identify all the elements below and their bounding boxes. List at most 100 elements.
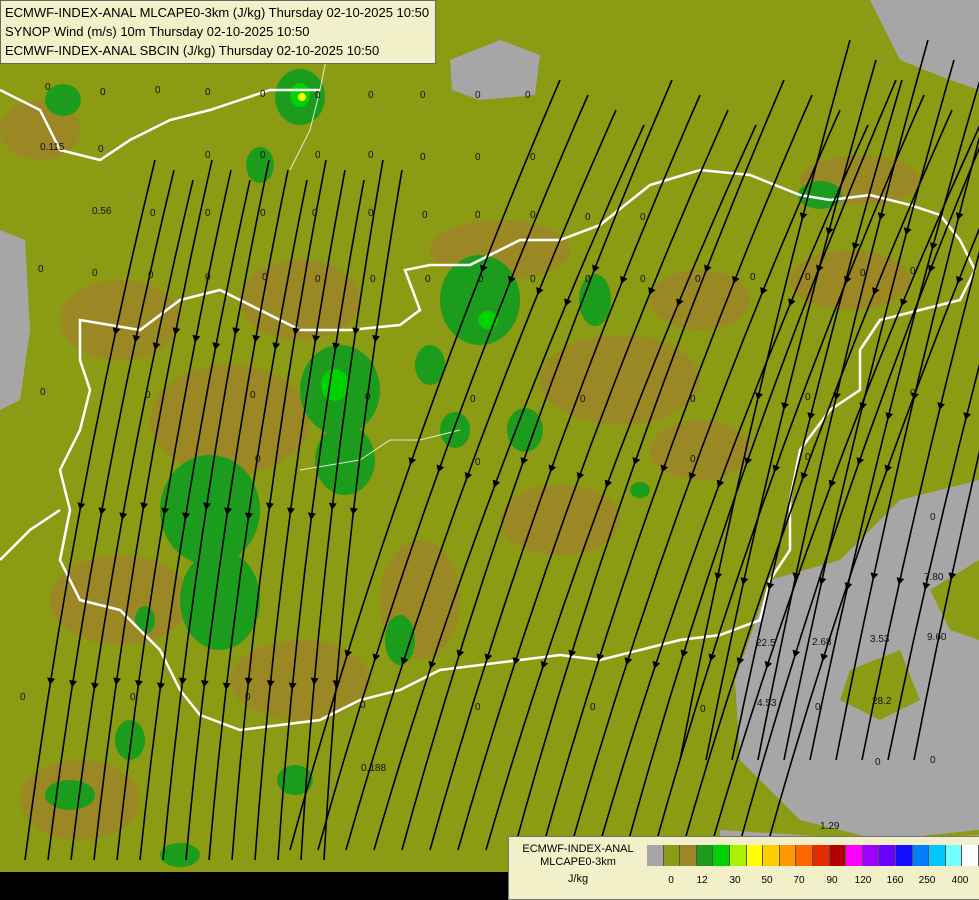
cin-value-label: 0 <box>700 704 706 715</box>
cin-value-label: 0 <box>92 268 98 279</box>
cin-value-label: 0 <box>255 454 261 465</box>
legend-swatch <box>696 845 714 866</box>
cin-value-label: 0 <box>425 274 431 285</box>
cin-value-label: 0 <box>205 87 211 98</box>
yellow-cape-max <box>298 93 306 101</box>
cin-value-label: 0 <box>365 392 371 403</box>
cin-value-label: 0 <box>420 152 426 163</box>
cin-value-label: 0 <box>260 208 266 219</box>
cin-value-label: 0 <box>370 274 376 285</box>
cin-value-label: 7.80 <box>924 572 944 583</box>
legend-swatch <box>846 845 863 866</box>
cin-value-label: 0 <box>805 272 811 283</box>
legend-swatch <box>729 845 747 866</box>
title-line-cape: ECMWF-INDEX-ANAL MLCAPE0-3km (J/kg) Thur… <box>5 5 430 20</box>
title-line-wind: SYNOP Wind (m/s) 10m Thursday 02-10-2025… <box>5 24 310 39</box>
cin-value-label: 0 <box>590 702 596 713</box>
cin-value-label: 0 <box>580 394 586 405</box>
cin-value-label: 0 <box>530 152 536 163</box>
cin-value-label: 0 <box>250 390 256 401</box>
legend-swatch <box>647 845 664 866</box>
legend-tick-label: 70 <box>793 875 805 886</box>
cin-value-label: 0 <box>245 692 251 703</box>
bottom-black-band <box>0 872 508 900</box>
cin-value-label: 0.188 <box>361 763 386 774</box>
legend-swatch <box>829 845 847 866</box>
legend-tick-label: 250 <box>918 875 936 886</box>
legend-title: ECMWF-INDEX-ANAL MLCAPE0-3km J/kg <box>511 843 645 886</box>
cin-value-label: 0 <box>690 394 696 405</box>
legend-swatch <box>912 845 930 866</box>
cin-value-label: 0 <box>315 90 321 101</box>
cin-value-label: 0 <box>315 274 321 285</box>
cin-value-label: 22.5 <box>756 638 776 649</box>
legend-swatches <box>647 845 979 866</box>
cin-value-label: 0 <box>368 208 374 219</box>
legend-swatch <box>713 845 730 866</box>
cin-value-label: 0 <box>422 210 428 221</box>
cin-value-label: 0 <box>875 757 881 768</box>
legend-ticks: 0 12 30 50 70 90 120 160 250 400 <box>647 875 977 889</box>
cin-value-label: 0 <box>45 82 51 93</box>
cin-value-label: 0 <box>860 268 866 279</box>
cin-value-label: 0 <box>475 702 481 713</box>
weather-map[interactable]: 0 0 0 0 0 0 0 0 0 0 0.115 0 0 0 0 0 0 0 0 0.56 0 0 0 0 0 0 0 0 0 0 0 0 0… <box>0 0 979 900</box>
cin-value-label: 0 <box>155 85 161 96</box>
cin-value-label: 28.2 <box>872 696 892 707</box>
cin-value-label: 0 <box>475 457 481 468</box>
cin-value-label: 0 <box>145 390 151 401</box>
cin-value-label: 0 <box>525 90 531 101</box>
legend-tick-label: 50 <box>761 875 773 886</box>
cin-value-label: 0 <box>530 210 536 221</box>
legend-swatch <box>895 845 913 866</box>
legend-tick-label: 160 <box>886 875 904 886</box>
cin-value-label: 0 <box>262 272 268 283</box>
legend-swatch <box>862 845 880 866</box>
legend-swatch <box>746 845 764 866</box>
legend-swatch <box>945 845 963 866</box>
cin-value-label: 0 <box>805 392 811 403</box>
legend-tick-label: 120 <box>854 875 872 886</box>
legend-tick-label: 400 <box>951 875 969 886</box>
legend-swatch <box>962 845 979 866</box>
cin-value-label: 9.60 <box>927 632 947 643</box>
cin-value-label: 0 <box>368 150 374 161</box>
cin-value-label: 0 <box>475 210 481 221</box>
legend-tick-label: 30 <box>729 875 741 886</box>
cin-value-label: 0 <box>205 150 211 161</box>
cin-value-label: 0 <box>260 89 266 100</box>
legend-tick-label: 12 <box>696 875 708 886</box>
cin-value-label: 0 <box>475 152 481 163</box>
cin-value-label: 0 <box>585 274 591 285</box>
cin-value-label: 0 <box>150 208 156 219</box>
cin-value-label: 0 <box>690 454 696 465</box>
cin-value-label: 0 <box>20 692 26 703</box>
cin-value-label: 0 <box>420 90 426 101</box>
cin-value-label: 0.115 <box>40 142 65 153</box>
cin-value-label: 0.56 <box>92 206 112 217</box>
cin-value-label: 0 <box>148 270 154 281</box>
cin-value-label: 0 <box>475 90 481 101</box>
cin-value-label: 0 <box>100 87 106 98</box>
cin-value-label: 0 <box>585 212 591 223</box>
cin-value-label: 3.53 <box>870 634 890 645</box>
cin-value-label: 0 <box>368 90 374 101</box>
legend-model: ECMWF-INDEX-ANAL <box>522 843 634 855</box>
cin-value-label: 0 <box>750 272 756 283</box>
cin-value-label: 4.53 <box>757 698 777 709</box>
cin-value-label: 0 <box>530 274 536 285</box>
legend-swatch <box>796 845 813 866</box>
cin-value-label: 0 <box>695 274 701 285</box>
cin-value-label: 0 <box>98 144 104 155</box>
cin-value-label: 0 <box>470 394 476 405</box>
cin-value-label: 0 <box>40 387 46 398</box>
cin-value-label: 0 <box>930 755 936 766</box>
cin-value-label: 0 <box>640 274 646 285</box>
legend-swatch <box>779 845 797 866</box>
color-legend: ECMWF-INDEX-ANAL MLCAPE0-3km J/kg 0 12 30 5… <box>508 836 979 900</box>
legend-unit: J/kg <box>567 873 589 885</box>
legend-swatch <box>879 845 896 866</box>
cin-value-label: 0 <box>260 150 266 161</box>
cin-value-label: 0 <box>640 212 646 223</box>
legend-swatch <box>680 845 697 866</box>
